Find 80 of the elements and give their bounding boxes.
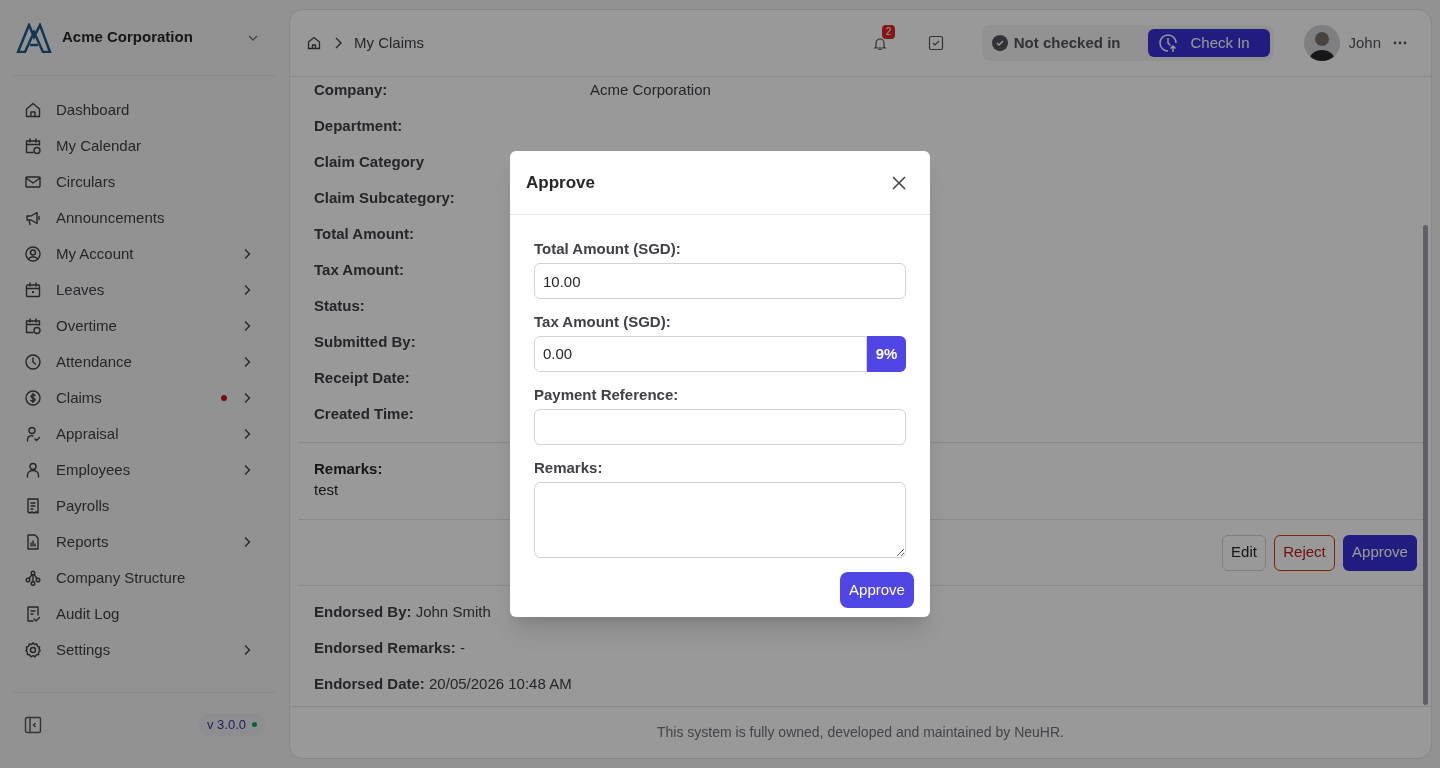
field-label: Status: — [314, 297, 365, 314]
edit-button[interactable]: Edit — [1222, 534, 1266, 571]
percent-button[interactable]: 9% — [867, 336, 906, 372]
user-name: John — [1348, 32, 1381, 53]
sidebar-item[interactable]: Payrolls — [12, 488, 277, 524]
home-icon[interactable] — [306, 35, 322, 51]
clock-icon — [24, 353, 42, 371]
version-text: v 3.0.0 — [206, 715, 246, 734]
company-logo — [16, 22, 52, 53]
sidebar-item[interactable]: My Account — [12, 236, 277, 272]
calendar-icon — [24, 281, 42, 299]
field-label: Total Amount: — [314, 225, 414, 242]
field-label: Receipt Date: — [314, 369, 410, 386]
input-field[interactable]: 10.00 — [534, 263, 906, 299]
calendar-clock-icon — [24, 137, 42, 155]
sidebar-item[interactable]: Appraisal — [12, 416, 277, 452]
field-label: Total Amount (SGD): — [534, 240, 681, 258]
endorsement-line: Endorsed Remarks: - — [314, 638, 465, 658]
field-label: Department: — [314, 117, 403, 134]
sidebar-item[interactable]: Settings — [12, 632, 277, 668]
dollar-circle-icon — [24, 389, 42, 407]
field-label: Submitted By: — [314, 333, 416, 350]
sidebar-item[interactable]: Leaves — [12, 272, 277, 308]
home-icon — [24, 101, 42, 119]
avatar[interactable] — [1304, 25, 1341, 61]
remarks-text: test — [314, 480, 339, 500]
clock-arrow-icon — [1158, 33, 1179, 53]
more-icon[interactable] — [1393, 41, 1407, 45]
notification-count: 2 — [881, 25, 896, 39]
sidebar-item[interactable]: Reports — [12, 524, 277, 560]
endorsement-line: Endorsed By: John Smith — [314, 602, 491, 622]
checkin-status: Not checked in — [1013, 32, 1121, 53]
sidebar-item[interactable]: Circulars — [12, 164, 277, 200]
user-circle-icon — [24, 245, 42, 263]
hierarchy-icon — [24, 569, 42, 587]
sidebar-item[interactable]: My Calendar — [12, 128, 277, 164]
check-in-button[interactable]: Check In — [1148, 29, 1271, 57]
sidebar-item[interactable]: Claims — [12, 380, 277, 416]
close-icon[interactable] — [892, 175, 906, 190]
sidebar-item[interactable]: Employees — [12, 452, 277, 488]
checklist-icon — [24, 605, 42, 623]
check-circle-icon — [991, 35, 1008, 51]
mail-icon — [24, 173, 42, 191]
megaphone-icon — [24, 209, 42, 227]
bell-icon[interactable] — [871, 36, 888, 52]
field-label: Claim Category — [314, 153, 425, 170]
field-label: Claim Subcategory: — [314, 189, 455, 206]
collapse-sidebar-icon[interactable] — [24, 715, 42, 734]
dialog-title: Approve — [526, 171, 595, 194]
field-label: Company: — [314, 81, 388, 98]
receipt-icon — [24, 497, 42, 515]
field-label: Remarks: — [534, 459, 603, 477]
approve-button[interactable]: Approve — [1343, 534, 1417, 571]
field-label: Created Time: — [314, 405, 414, 422]
approve-button[interactable]: Approve — [840, 572, 914, 608]
scrollbar-thumb[interactable] — [1423, 225, 1428, 705]
sidebar-item[interactable]: Announcements — [12, 200, 277, 236]
sidebar-item[interactable]: Company Structure — [12, 560, 277, 596]
calendar-clock-icon — [24, 317, 42, 335]
reject-button[interactable]: Reject — [1274, 534, 1335, 571]
task-checkbox-icon[interactable] — [927, 35, 944, 51]
chart-file-icon — [24, 533, 42, 551]
breadcrumb-current: My Claims — [354, 32, 424, 53]
sidebar-item[interactable]: Dashboard — [12, 92, 277, 128]
sidebar-item[interactable]: Overtime — [12, 308, 277, 344]
input-field[interactable] — [534, 409, 906, 445]
field-label: Tax Amount: — [314, 261, 404, 278]
sidebar-item[interactable]: Audit Log — [12, 596, 277, 632]
field-label: Payment Reference: — [534, 386, 679, 404]
user-check-icon — [24, 425, 42, 443]
settings-icon — [24, 641, 42, 659]
sidebar-item[interactable]: Attendance — [12, 344, 277, 380]
user-icon — [24, 461, 42, 479]
remarks-label: Remarks: — [314, 459, 383, 479]
field-value: Acme Corporation — [590, 79, 711, 100]
field-label: Tax Amount (SGD): — [534, 313, 671, 331]
footer-text: This system is fully owned, developed and maintained by NeuHR. — [657, 723, 1064, 742]
input-field[interactable]: 0.00 — [534, 336, 867, 372]
endorsement-line: Endorsed Date: 20/05/2026 10:48 AM — [314, 674, 572, 694]
company-name[interactable]: Acme Corporation — [62, 26, 237, 49]
